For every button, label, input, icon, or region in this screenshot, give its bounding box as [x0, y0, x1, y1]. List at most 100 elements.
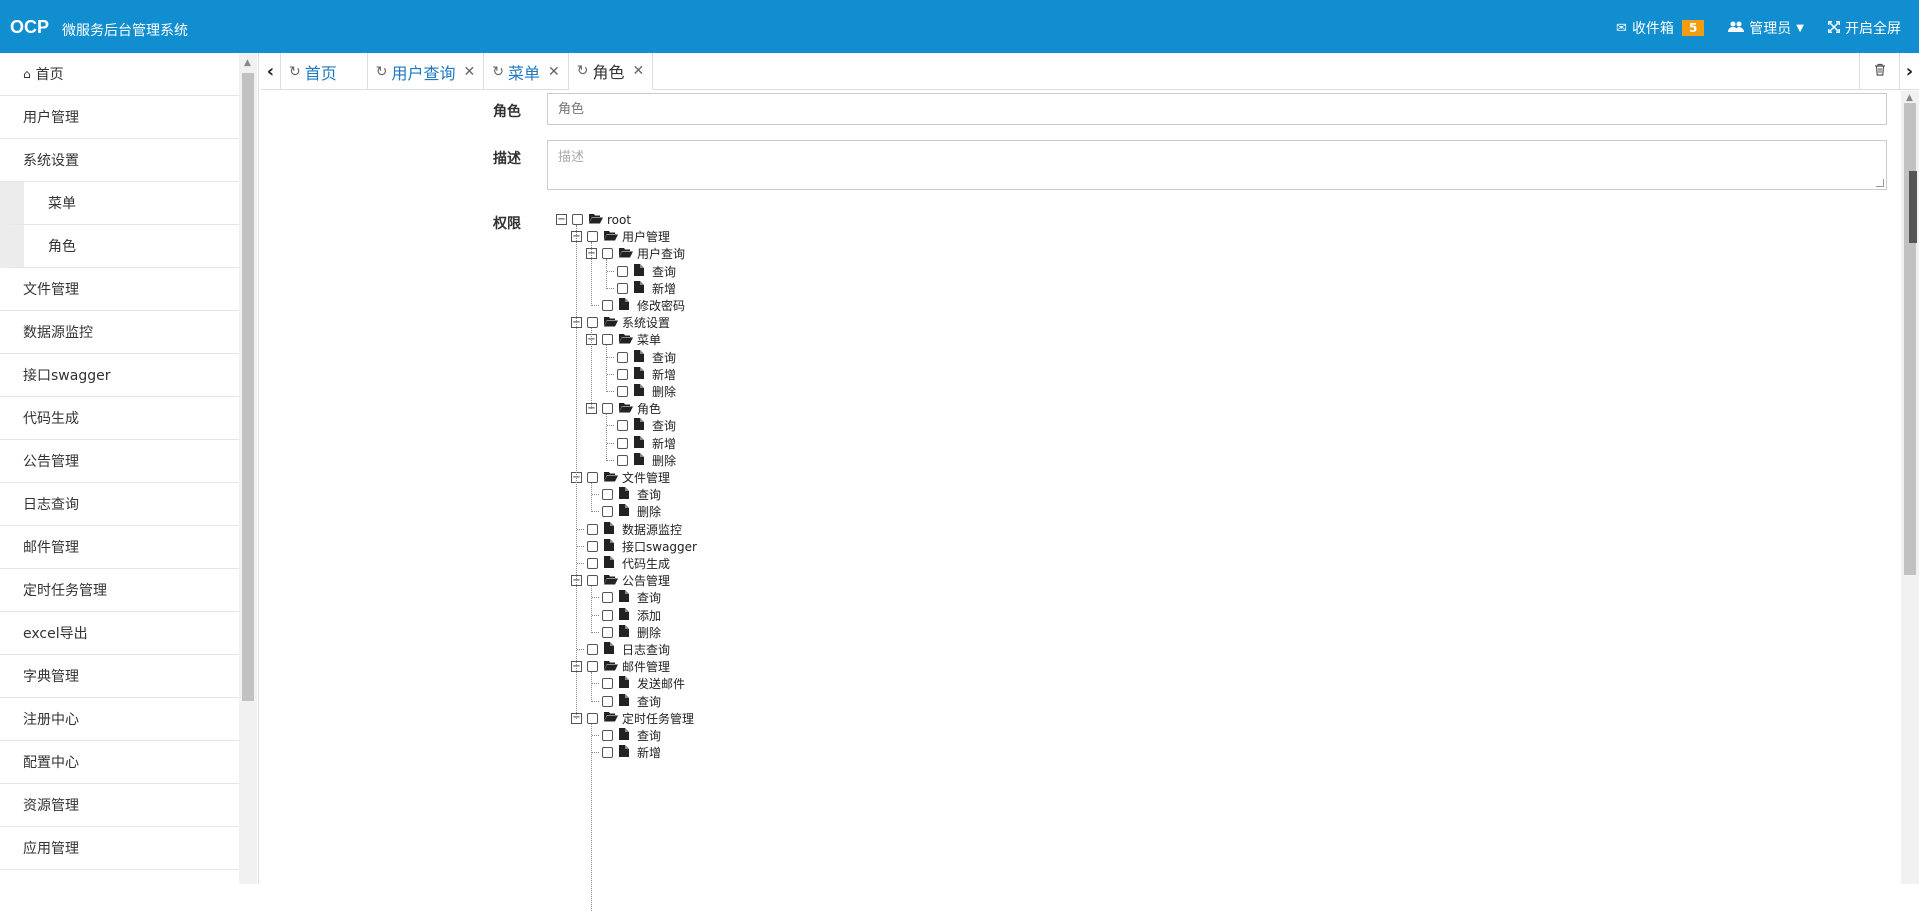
tree-node-label[interactable]: 菜单 — [637, 331, 661, 348]
tree-node-label[interactable]: 删除 — [652, 383, 676, 400]
tree-checkbox[interactable] — [602, 403, 613, 415]
tree-node-label[interactable]: 查询 — [637, 486, 661, 503]
refresh-icon[interactable]: ↻ — [492, 64, 504, 80]
description-textarea[interactable]: 描述 — [547, 140, 1887, 190]
tree-checkbox[interactable] — [617, 386, 628, 397]
tab[interactable]: ↻ 角色 ✕ — [568, 53, 654, 90]
tree-checkbox[interactable] — [617, 454, 628, 466]
tree-checkbox[interactable] — [602, 592, 613, 604]
tab-scroll-left-button[interactable]: ‹ — [261, 53, 281, 90]
tree-checkbox[interactable] — [602, 730, 613, 741]
sidebar-scrollbar[interactable]: ▲ — [239, 53, 257, 884]
tree-checkbox[interactable] — [587, 644, 598, 655]
refresh-icon[interactable]: ↻ — [376, 64, 388, 80]
tree-node-label[interactable]: 查询 — [652, 417, 676, 434]
sidebar-item[interactable]: 资源管理 — [0, 784, 239, 827]
tree-checkbox[interactable] — [602, 626, 613, 638]
tree-node-label[interactable]: root — [607, 213, 631, 227]
tree-node-label[interactable]: 代码生成 — [622, 555, 670, 572]
close-icon[interactable]: ✕ — [464, 64, 476, 80]
refresh-icon[interactable]: ↻ — [577, 63, 589, 79]
tree-node-label[interactable]: 用户查询 — [637, 245, 685, 262]
tree-checkbox[interactable] — [602, 695, 613, 707]
sidebar-item[interactable]: 字典管理 — [0, 655, 239, 698]
tree-checkbox[interactable] — [617, 282, 628, 294]
tree-checkbox[interactable] — [587, 472, 598, 483]
tree-checkbox[interactable] — [587, 317, 598, 329]
close-icon[interactable]: ✕ — [632, 63, 644, 79]
tree-node-label[interactable]: 删除 — [637, 624, 661, 641]
collapse-toggle-icon[interactable]: − — [556, 214, 567, 225]
sidebar-item[interactable]: 代码生成 — [0, 397, 239, 440]
tree-node-label[interactable]: 日志查询 — [622, 641, 670, 658]
tree-node-label[interactable]: 删除 — [652, 452, 676, 469]
tree-checkbox[interactable] — [602, 506, 613, 518]
sidebar-item[interactable]: 系统设置 — [0, 139, 239, 182]
tree-node-label[interactable]: 用户管理 — [622, 228, 670, 245]
tree-node-label[interactable]: 添加 — [637, 607, 661, 624]
tree-checkbox[interactable] — [587, 575, 598, 587]
tree-checkbox[interactable] — [587, 661, 598, 673]
tree-checkbox[interactable] — [602, 248, 613, 260]
sidebar-item[interactable]: 文件管理 — [0, 268, 239, 311]
tree-checkbox[interactable] — [602, 747, 613, 759]
tree-node-label[interactable]: 修改密码 — [637, 297, 685, 314]
tree-checkbox[interactable] — [587, 712, 598, 724]
resize-handle-icon[interactable] — [1876, 179, 1884, 187]
tree-node-label[interactable]: 文件管理 — [622, 469, 670, 486]
sidebar-item[interactable]: 菜单 — [0, 182, 239, 225]
sidebar-item[interactable]: 角色 — [0, 225, 239, 268]
tree-node-label[interactable]: 系统设置 — [622, 314, 670, 331]
sidebar-item[interactable]: 日志查询 — [0, 483, 239, 526]
tree-checkbox[interactable] — [602, 609, 613, 621]
tree-checkbox[interactable] — [617, 351, 628, 363]
tree-node-label[interactable]: 数据源监控 — [622, 521, 682, 538]
inbox-button[interactable]: ✉ 收件箱 5 — [1616, 18, 1705, 38]
admin-dropdown[interactable]: 管理员 ▼ — [1728, 18, 1804, 38]
tree-checkbox[interactable] — [587, 540, 598, 552]
tree-checkbox[interactable] — [617, 437, 628, 449]
main-scrollbar[interactable]: ▲ — [1901, 91, 1919, 884]
scroll-up-arrow-icon[interactable]: ▲ — [244, 58, 251, 68]
sidebar-item[interactable]: 接口swagger — [0, 354, 239, 397]
tree-node-label[interactable]: 邮件管理 — [622, 658, 670, 675]
sidebar-item[interactable]: 注册中心 — [0, 698, 239, 741]
tree-checkbox[interactable] — [602, 678, 613, 690]
tree-node-label[interactable]: 公告管理 — [622, 572, 670, 589]
sidebar-item[interactable]: 用户管理 — [0, 96, 239, 139]
tree-checkbox[interactable] — [587, 231, 598, 243]
tree-checkbox[interactable] — [587, 558, 598, 569]
tree-checkbox[interactable] — [602, 489, 613, 501]
tree-checkbox[interactable] — [587, 523, 598, 535]
sidebar-item[interactable]: 配置中心 — [0, 741, 239, 784]
tree-checkbox[interactable] — [602, 334, 613, 346]
tree-checkbox[interactable] — [617, 265, 628, 277]
close-all-tabs-button[interactable] — [1859, 53, 1899, 90]
tab[interactable]: ↻ 菜单 ✕ — [484, 53, 569, 90]
close-icon[interactable]: ✕ — [548, 64, 560, 80]
tree-node-label[interactable]: 查询 — [652, 349, 676, 366]
sidebar-item[interactable]: excel导出 — [0, 612, 239, 655]
fullscreen-button[interactable]: 开启全屏 — [1828, 18, 1901, 38]
sidebar-scrollbar-thumb[interactable] — [242, 73, 254, 701]
tree-checkbox[interactable] — [617, 420, 628, 432]
sidebar-item[interactable]: 数据源监控 — [0, 311, 239, 354]
sidebar-item[interactable]: 应用管理 — [0, 827, 239, 870]
tree-checkbox[interactable] — [602, 300, 613, 311]
tab[interactable]: ↻ 用户查询 ✕ — [368, 53, 485, 90]
tree-node-label[interactable]: 删除 — [637, 503, 661, 520]
tree-node-label[interactable]: 新增 — [652, 435, 676, 452]
sidebar-item[interactable]: 邮件管理 — [0, 526, 239, 569]
tree-node-label[interactable]: 发送邮件 — [637, 675, 685, 692]
tree-node-label[interactable]: 新增 — [652, 280, 676, 297]
tab-scroll-right-button[interactable]: › — [1899, 53, 1919, 90]
refresh-icon[interactable]: ↻ — [289, 64, 301, 80]
tree-node-label[interactable]: 查询 — [637, 727, 661, 744]
tree-checkbox[interactable] — [572, 214, 583, 225]
tree-node-label[interactable]: 新增 — [652, 366, 676, 383]
tree-node-label[interactable]: 角色 — [637, 400, 661, 417]
sidebar-item[interactable]: 定时任务管理 — [0, 569, 239, 612]
scroll-up-arrow-icon[interactable]: ▲ — [1906, 93, 1913, 103]
tab[interactable]: ↻ 首页 — [281, 53, 368, 90]
tree-node-label[interactable]: 查询 — [637, 693, 661, 710]
